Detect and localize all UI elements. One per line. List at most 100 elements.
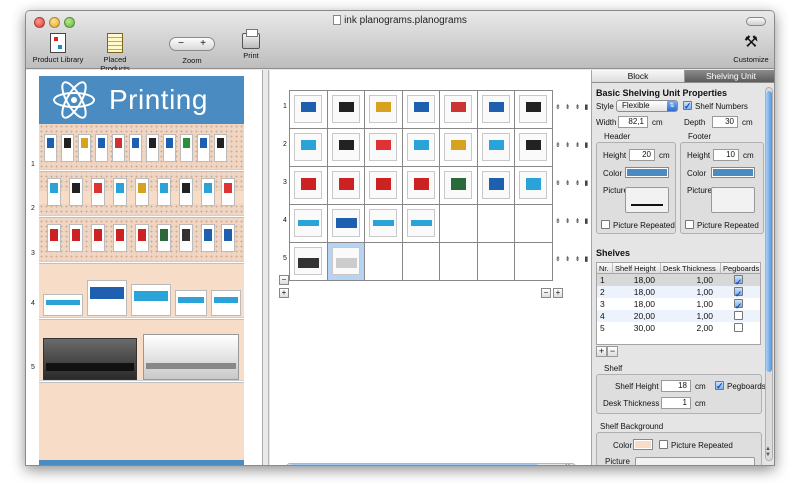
table-row[interactable]: 4 20,00 1,00 [597,310,760,322]
tab-block[interactable]: Block [592,70,685,82]
vertical-scrollbar[interactable]: ▲ ▼ [765,87,773,461]
grid-cell[interactable] [290,205,328,243]
column-header-desk-thickness[interactable]: Desk Thickness [661,263,721,273]
pegboards-checkbox[interactable]: ✓ [734,287,743,299]
grid-cell[interactable] [515,129,554,167]
add-shelf-button[interactable]: + [596,346,607,357]
product-thumbnail[interactable] [294,209,322,237]
footer-height-field[interactable]: 10 [713,149,739,161]
product-thumbnail[interactable] [519,133,548,161]
horizontal-scrollbar[interactable]: ◀ ▶ [286,463,576,465]
product-thumbnail[interactable] [369,133,398,161]
grid-cell[interactable] [477,243,516,281]
grid-cell[interactable] [402,91,441,129]
product-thumbnail[interactable] [331,95,360,123]
product-thumbnail[interactable] [406,133,435,161]
shelf-height-field[interactable]: 18 [661,380,691,392]
grid-cell[interactable] [440,243,478,281]
grid-cell-selected[interactable] [327,243,366,281]
placed-products-button[interactable]: Placed Products [88,33,142,73]
header-height-field[interactable]: 20 [629,149,655,161]
product-thumbnail[interactable] [331,247,360,275]
header-picture-repeated-checkbox[interactable] [601,220,610,229]
shelf-background-picture-repeated-checkbox[interactable] [659,440,668,449]
footer-color-well[interactable] [711,167,755,178]
product-thumbnail[interactable] [331,171,360,199]
product-thumbnail[interactable] [331,133,360,161]
product-thumbnail[interactable] [406,209,435,237]
grid-cell[interactable] [365,243,403,281]
grid-cell[interactable] [402,167,441,205]
table-row[interactable]: 5 30,00 2,00 [597,322,760,334]
style-popup[interactable]: Flexible ⇅ [616,100,678,112]
footer-picture-repeated-checkbox[interactable] [685,220,694,229]
row-resize-handles[interactable]: ⇟ ⇟ ⇟ ▮ [555,255,589,263]
product-thumbnail[interactable] [481,95,510,123]
shelf-background-color-well[interactable] [633,439,653,450]
grid-cell[interactable] [477,129,516,167]
product-thumbnail[interactable] [519,171,548,199]
grid-cell[interactable] [515,167,554,205]
depth-field[interactable]: 30 [712,116,738,128]
grid-cell[interactable] [365,129,403,167]
shelf-pegboards-checkbox[interactable]: ✓ [715,381,724,391]
grid-cell[interactable] [440,205,478,243]
width-field[interactable]: 82,1 [618,116,648,128]
grid-cell[interactable] [515,243,554,281]
desk-thickness-field[interactable]: 1 [661,397,691,409]
grid-cell[interactable] [440,91,478,129]
scrollbar-thumb[interactable] [766,91,772,372]
scroll-arrows-icon[interactable]: ▲ ▼ [765,446,771,458]
shelf-background-picture-well[interactable] [635,457,755,465]
grid-cell[interactable] [440,129,478,167]
grid-cell[interactable] [365,205,403,243]
pegboards-checkbox[interactable] [734,311,743,320]
print-button[interactable]: Print [236,29,266,60]
column-header-shelf-height[interactable]: Shelf Height [613,263,661,273]
pegboards-checkbox[interactable] [734,323,743,332]
scrollbar-thumb[interactable] [289,464,539,465]
grid-cell[interactable] [327,129,366,167]
grid-cell[interactable] [477,205,516,243]
remove-row-button[interactable]: − [279,275,289,285]
column-header-pegboards[interactable]: Pegboards [721,263,760,273]
grid-cell[interactable] [515,205,554,243]
grid-cell[interactable] [402,205,441,243]
header-color-well[interactable] [625,167,669,178]
header-picture-well[interactable] [625,187,669,213]
zoom-stepper[interactable]: − + [169,37,215,51]
product-thumbnail[interactable] [444,171,473,199]
grid-cell[interactable] [327,167,366,205]
product-thumbnail[interactable] [406,95,435,123]
scroll-arrows-icon[interactable]: ◀ ▶ [562,463,573,465]
footer-picture-well[interactable] [711,187,755,213]
product-thumbnail[interactable] [444,95,473,123]
zoom-in-button[interactable]: + [200,39,206,49]
zoom-out-button[interactable]: − [178,39,184,49]
grid-cell[interactable] [402,129,441,167]
product-thumbnail[interactable] [369,171,398,199]
product-thumbnail[interactable] [369,209,398,237]
remove-column-button[interactable]: − [541,288,551,298]
product-thumbnail[interactable] [294,171,322,199]
add-row-button[interactable]: + [279,288,289,298]
grid-cell[interactable] [402,243,441,281]
table-row[interactable]: 1 18,00 1,00 ✓ [597,274,760,287]
row-resize-handles[interactable]: ⇟ ⇟ ⇟ ▮ [555,179,589,187]
grid-cell[interactable] [477,167,516,205]
grid-cell[interactable] [290,129,328,167]
product-thumbnail[interactable] [294,95,322,123]
grid-cell[interactable] [327,205,366,243]
add-column-button[interactable]: + [553,288,563,298]
product-thumbnail[interactable] [481,171,510,199]
pegboards-checkbox[interactable]: ✓ [734,275,743,287]
row-resize-handles[interactable]: ⇟ ⇟ ⇟ ▮ [555,103,589,111]
product-thumbnail[interactable] [406,171,435,199]
split-view-divider[interactable] [263,70,269,465]
grid-cell[interactable] [515,91,554,129]
product-thumbnail[interactable] [294,247,322,275]
tab-shelving-unit[interactable]: Shelving Unit [685,70,774,82]
grid-cell[interactable] [477,91,516,129]
product-thumbnail[interactable] [444,133,473,161]
column-header-nr[interactable]: Nr. [597,263,613,273]
